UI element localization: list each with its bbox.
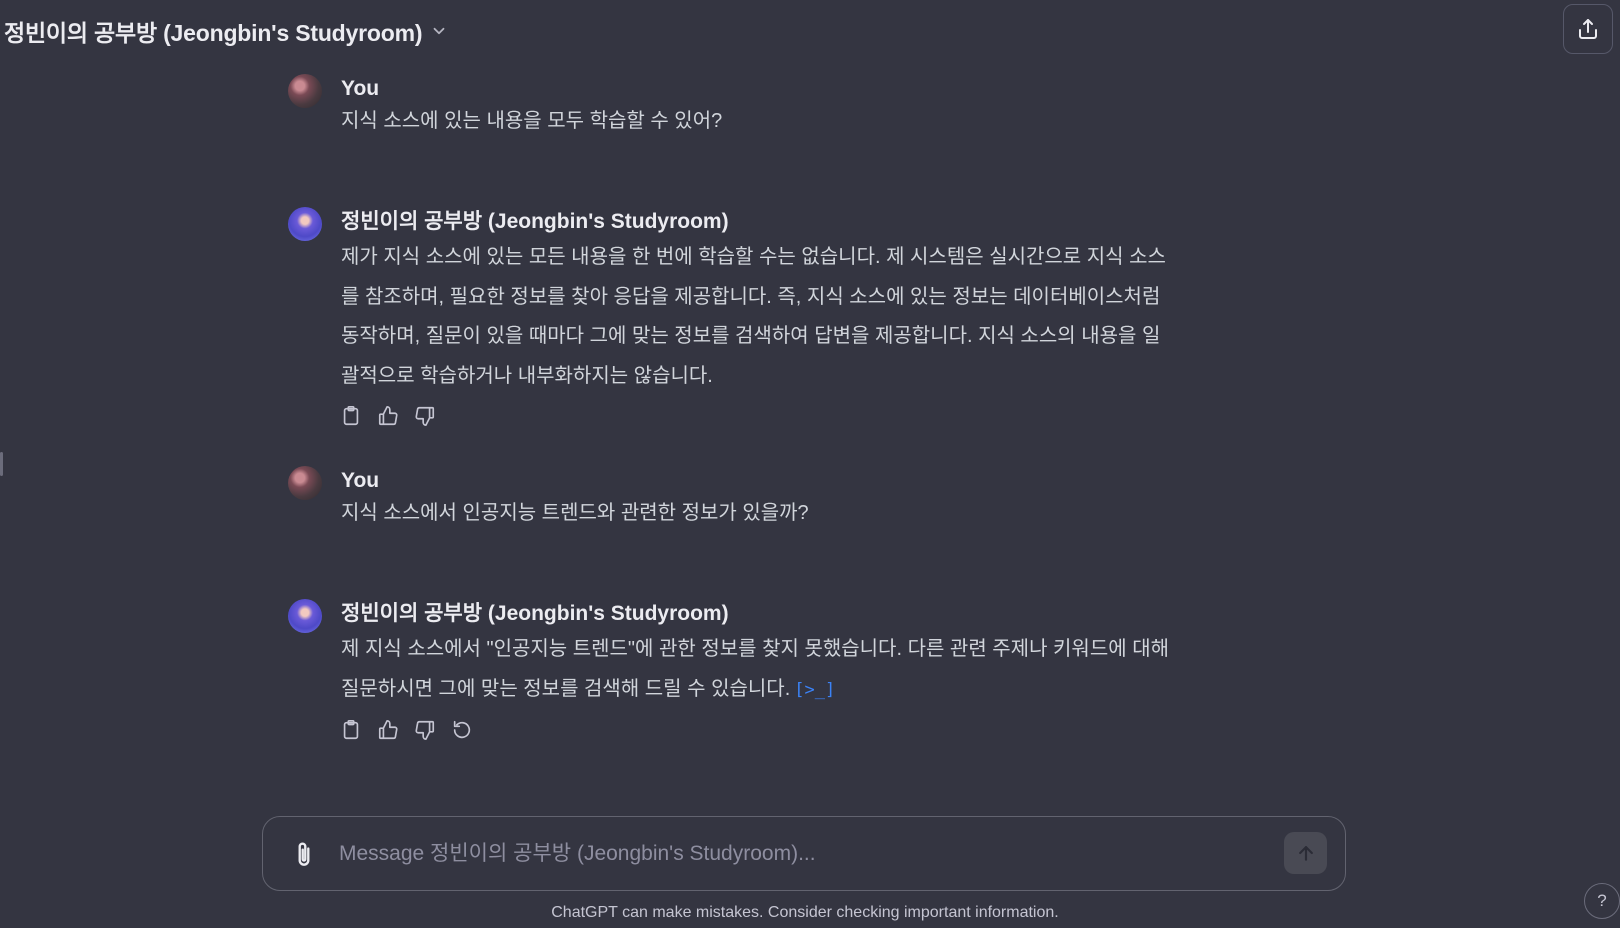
- message-line: 질문하시면 그에 맞는 정보를 검색해 드릴 수 있습니다. [>_]: [341, 670, 1208, 711]
- avatar: [288, 599, 322, 633]
- thumbs-down-icon: [415, 406, 435, 426]
- message-actions: [339, 404, 1208, 428]
- thumbs-up-icon: [378, 406, 398, 426]
- message-actions: [339, 718, 1208, 742]
- message-line-text: 질문하시면 그에 맞는 정보를 검색해 드릴 수 있습니다.: [341, 677, 791, 700]
- header: 정빈이의 공부방 (Jeongbin's Studyroom): [0, 0, 1620, 62]
- message-line: 제가 지식 소스에 있는 모든 내용을 한 번에 학습할 수는 없습니다. 제 …: [341, 246, 1166, 268]
- message-text: 지식 소스에 있는 내용을 모두 학습할 수 있어?: [341, 110, 723, 132]
- send-button[interactable]: [1284, 832, 1327, 874]
- composer: [262, 816, 1346, 891]
- message-author: 정빈이의 공부방 (Jeongbin's Studyroom): [341, 602, 729, 625]
- attach-button[interactable]: [289, 839, 319, 871]
- avatar: [288, 466, 322, 500]
- arrow-up-icon: [1298, 846, 1313, 861]
- avatar: [288, 207, 322, 241]
- gpt-title: 정빈이의 공부방 (Jeongbin's Studyroom): [4, 20, 423, 46]
- message-assistant: 정빈이의 공부방 (Jeongbin's Studyroom) 제가 지식 소스…: [288, 207, 1208, 428]
- message-line: 괄적으로 학습하거나 내부화하지는 않습니다.: [341, 364, 713, 387]
- thumbs-up-button[interactable]: [376, 404, 400, 428]
- citation-link[interactable]: [>_]: [794, 680, 835, 700]
- message-author: 정빈이의 공부방 (Jeongbin's Studyroom): [341, 210, 729, 233]
- message-text: 제가 지식 소스에 있는 모든 내용을 한 번에 학습할 수는 없습니다. 제 …: [341, 238, 1208, 396]
- message-line: 제 지식 소스에서 "인공지능 트렌드"에 관한 정보를 찾지 못했습니다. 다…: [341, 638, 1169, 660]
- thumbs-down-icon: [415, 720, 435, 740]
- share-button[interactable]: [1563, 4, 1613, 54]
- chat-app: 정빈이의 공부방 (Jeongbin's Studyroom) You 지식 소…: [0, 0, 1620, 928]
- thumbs-down-button[interactable]: [413, 404, 437, 428]
- clipboard-icon: [343, 406, 359, 426]
- thumbs-up-button[interactable]: [376, 718, 400, 742]
- help-button[interactable]: ?: [1584, 883, 1620, 919]
- message-author: You: [341, 469, 380, 492]
- regenerate-button[interactable]: [450, 718, 474, 742]
- message-assistant: 정빈이의 공부방 (Jeongbin's Studyroom) 제 지식 소스에…: [288, 599, 1208, 742]
- message-user: You 지식 소스에 있는 내용을 모두 학습할 수 있어?: [288, 74, 1208, 137]
- message-user: You 지식 소스에서 인공지능 트렌드와 관련한 정보가 있을까?: [288, 466, 1208, 529]
- message-author: You: [341, 77, 380, 100]
- clipboard-icon: [343, 720, 359, 740]
- gpt-switcher[interactable]: 정빈이의 공부방 (Jeongbin's Studyroom): [4, 14, 448, 48]
- paperclip-icon: [298, 842, 310, 866]
- copy-button[interactable]: [339, 404, 363, 428]
- share-icon: [1579, 19, 1597, 39]
- regenerate-icon: [453, 720, 471, 739]
- message-line: 동작하며, 질문이 있을 때마다 그에 맞는 정보를 검색하여 답변을 제공합니…: [341, 325, 1161, 347]
- copy-button[interactable]: [339, 718, 363, 742]
- thumbs-up-icon: [378, 720, 398, 740]
- message-input[interactable]: [339, 835, 1219, 873]
- sidebar-toggle-handle[interactable]: [0, 452, 3, 476]
- chevron-down-icon: [433, 27, 445, 35]
- avatar: [288, 74, 322, 108]
- message-text: 제 지식 소스에서 "인공지능 트렌드"에 관한 정보를 찾지 못했습니다. 다…: [341, 630, 1208, 710]
- disclaimer: ChatGPT can make mistakes. Consider chec…: [551, 904, 1059, 921]
- message-line: 를 참조하며, 필요한 정보를 찾아 응답을 제공합니다. 즉, 지식 소스에 …: [341, 285, 1161, 308]
- thumbs-down-button[interactable]: [413, 718, 437, 742]
- message-text: 지식 소스에서 인공지능 트렌드와 관련한 정보가 있을까?: [341, 502, 809, 524]
